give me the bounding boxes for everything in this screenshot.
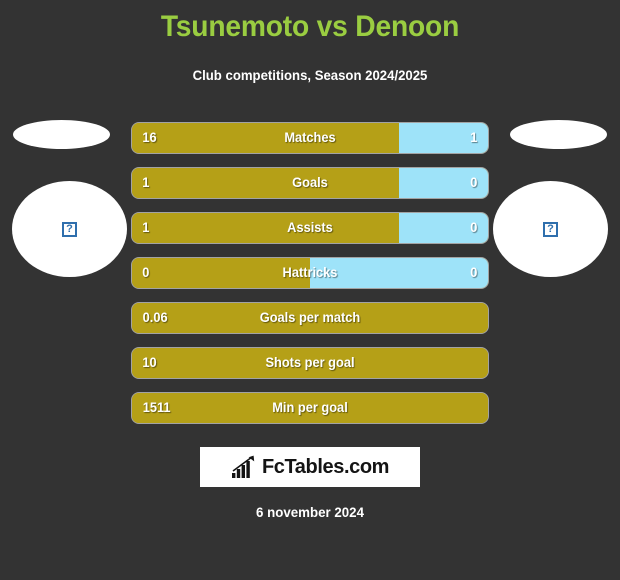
stat-bar-row: 1 Assists 0	[132, 213, 488, 243]
chart-header: Tsunemoto vs Denoon Club competitions, S…	[0, 0, 620, 84]
stat-away-value: 0	[470, 220, 478, 235]
stat-bar-row: 16 Matches 1	[132, 123, 488, 153]
away-team-name-placeholder	[510, 120, 607, 149]
chart-date: 6 november 2024	[256, 504, 364, 520]
home-team-crest: ?	[12, 181, 127, 277]
broken-image-icon: ?	[543, 221, 558, 237]
stat-label: Min per goal	[272, 400, 348, 415]
stat-bar-row: 0 Hattricks 0	[132, 258, 488, 288]
stat-bar-row: 10 Shots per goal	[132, 348, 488, 378]
stat-away-value: 0	[470, 265, 478, 280]
stat-label: Assists	[287, 220, 333, 235]
broken-image-glyph: ?	[547, 222, 554, 235]
away-team-panel: ?	[480, 118, 620, 278]
home-team-name-placeholder	[13, 120, 110, 149]
stat-bar-row: 0.06 Goals per match	[132, 303, 488, 333]
stat-label: Shots per goal	[265, 355, 355, 370]
broken-image-icon: ?	[62, 221, 77, 237]
stat-bar-row: 1511 Min per goal	[132, 393, 488, 423]
stat-label: Hattricks	[282, 265, 338, 280]
stat-away-value: 0	[470, 175, 478, 190]
stat-label: Matches	[284, 130, 336, 145]
away-team-crest: ?	[493, 181, 608, 277]
page-title: Tsunemoto vs Denoon	[160, 10, 460, 43]
bar-chart-arrow-icon	[231, 455, 255, 478]
stat-away-value: 1	[470, 130, 478, 145]
page-subtitle: Club competitions, Season 2024/2025	[192, 67, 428, 83]
home-team-panel: ?	[0, 118, 140, 278]
stat-label: Goals	[292, 175, 328, 190]
fctables-logo[interactable]: FcTables.com	[200, 447, 420, 487]
chart-footer: FcTables.com 6 november 2024	[0, 447, 620, 520]
stat-comparison-bars: 16 Matches 1 1 Goals 0 1 Assists 0 0 Hattricks 0 0.0…	[132, 123, 488, 438]
stat-label: Goals per match	[259, 310, 361, 325]
stat-bar-row: 1 Goals 0	[132, 168, 488, 198]
fctables-logo-text: FcTables.com	[261, 456, 390, 478]
broken-image-glyph: ?	[66, 222, 73, 235]
